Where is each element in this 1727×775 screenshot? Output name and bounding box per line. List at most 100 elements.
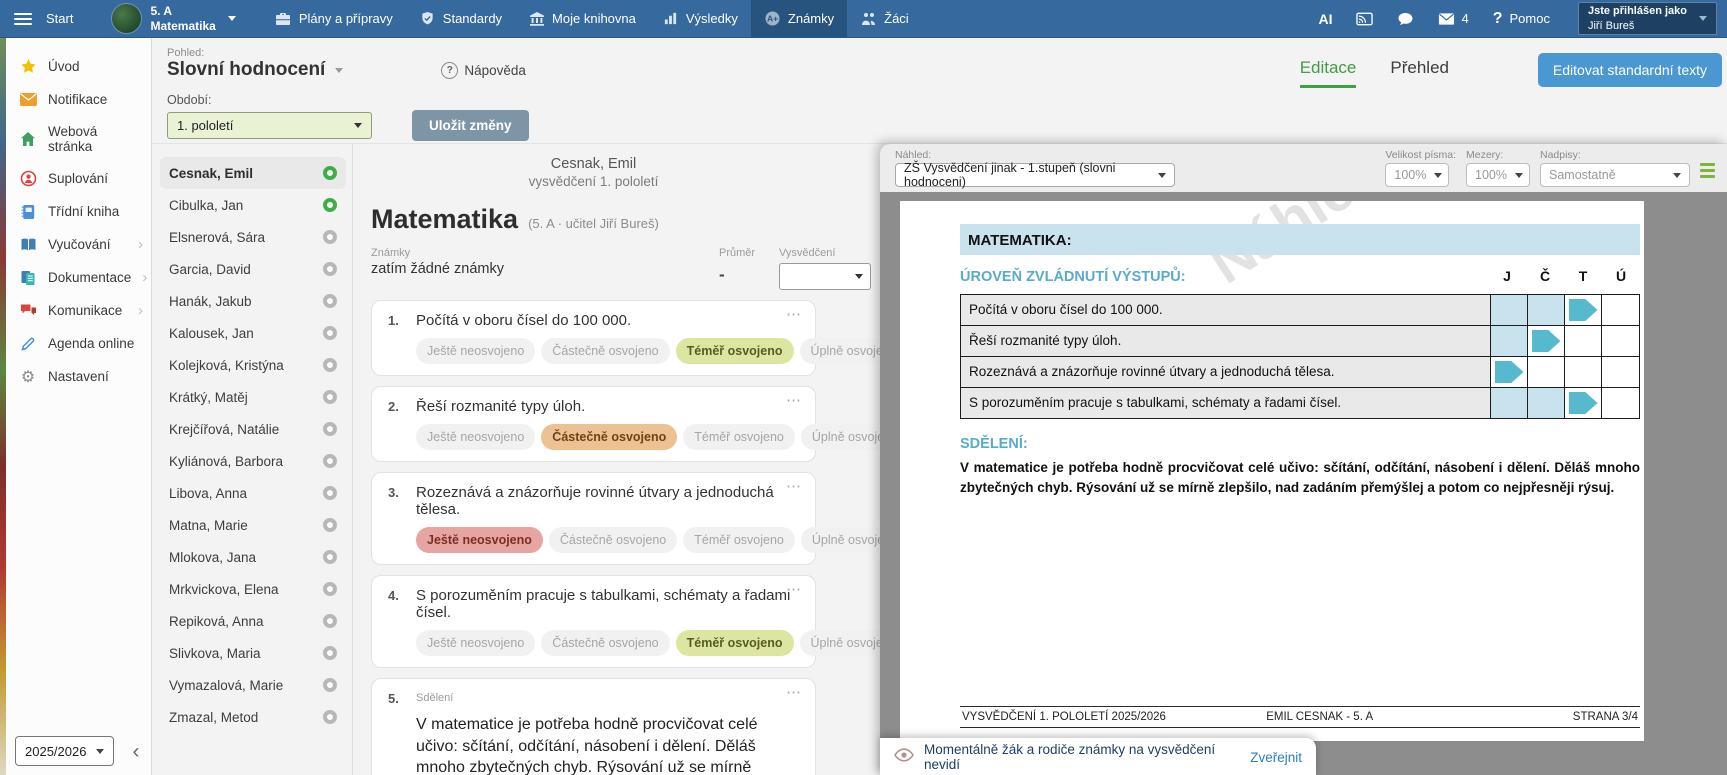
nav-start[interactable]: Start [46,11,73,26]
class-selector[interactable]: 5. A Matematika [150,4,215,33]
briefcase-icon [275,10,292,27]
card-menu-icon[interactable]: ⋯ [786,305,802,323]
collapse-sidebar-icon[interactable]: ‹ [132,741,139,762]
student-row[interactable]: Kalousek, Jan [160,317,346,349]
student-row[interactable]: Cibulka, Jan [160,189,346,221]
house-icon [19,131,37,148]
save-button[interactable]: Uložit změny [412,110,529,141]
level-arrow-icon [1532,330,1561,352]
student-row[interactable]: Krejčířová, Natálie [160,413,346,445]
scale-option-selected[interactable]: Téměř osvojeno [676,630,794,656]
card-number: 4. [388,588,404,621]
sidebar-item-agenda[interactable]: Agenda online [6,327,151,360]
nav-item-knihovna[interactable]: Moje knihovna [515,0,649,37]
student-row[interactable]: Kolejková, Kristýna [160,349,346,381]
scale-option-selected[interactable]: Ještě neosvojeno [416,527,543,553]
scale-option[interactable]: Úplně osvojeno [800,630,884,656]
student-row[interactable]: Kyliánová, Barbora [160,445,346,477]
scale-option[interactable]: Téměř osvojeno [683,424,795,450]
edit-standard-texts-button[interactable]: Editovat standardní texty [1538,53,1722,87]
sidebar-item-tridni-kniha[interactable]: Třídní kniha [6,195,151,228]
report-grade-select[interactable] [779,263,871,290]
sidebar-item-uvod[interactable]: Úvod [6,50,151,83]
class-caret-icon[interactable] [228,16,236,21]
period-select[interactable]: 1. pololetí [167,112,372,139]
sidebar-item-vyucovani[interactable]: Vyučování › [6,228,151,261]
scale-option[interactable]: Úplně osvojeno [800,338,884,364]
status-dot-icon [323,166,337,180]
help-button[interactable]: ? Pomoc [1493,10,1550,28]
nav-item-standardy[interactable]: Standardy [406,0,515,37]
student-row[interactable]: Mlokova, Jana [160,541,346,573]
card-menu-icon[interactable]: ⋯ [786,580,802,598]
eye-icon [894,748,914,767]
ai-button[interactable]: AI [1318,11,1332,27]
nav-item-znamky[interactable]: A+ Známky [751,0,847,37]
spacing-value: 100% [1475,168,1507,182]
scale-option[interactable]: Částečně osvojeno [541,630,669,656]
class-avatar[interactable] [111,3,142,34]
preview-menu-icon[interactable] [1700,163,1715,178]
student-row[interactable]: Hanák, Jakub [160,285,346,317]
view-selector[interactable]: Slovní hodnocení [167,59,325,81]
user-menu[interactable]: Jste přihlášen jako Jiří Bureš [1578,2,1717,35]
headings-select[interactable]: Samostatně [1540,163,1690,187]
publish-link[interactable]: Zveřejnit [1250,750,1302,765]
sidebar-item-komunikace[interactable]: Komunikace › [6,294,151,327]
scale-option[interactable]: Téměř osvojeno [683,527,795,553]
student-row[interactable]: Mrkvickova, Elena [160,573,346,605]
student-row[interactable]: Garcia, David [160,253,346,285]
scale-option[interactable]: Ještě neosvojeno [416,338,535,364]
scale-option[interactable]: Ještě neosvojeno [416,630,535,656]
sidebar-item-notifikace[interactable]: Notifikace [6,83,151,116]
note-text[interactable]: V matematice je potřeba hodně procvičova… [416,714,796,775]
card-menu-icon[interactable]: ⋯ [786,477,802,495]
message-card: ⋯ 5.Sdělení V matematice je potřeba hodn… [371,678,816,775]
card-menu-icon[interactable]: ⋯ [786,391,802,409]
spacing-select[interactable]: 100% [1466,163,1530,187]
hamburger-menu-icon[interactable] [14,13,32,25]
scale-option[interactable]: Úplně osvojeno [801,424,883,450]
student-row[interactable]: Vymazalová, Marie [160,669,346,701]
sidebar-item-web[interactable]: Webová stránka [6,116,151,162]
notebook-icon [19,203,37,220]
scale-option[interactable]: Ještě neosvojeno [416,424,535,450]
sidebar-item-suplovani[interactable]: Suplování [6,162,151,195]
student-row[interactable]: Elsnerová, Sára [160,221,346,253]
sidebar-item-nastaveni[interactable]: ⚙ Nastavení [6,360,151,393]
tab-editace[interactable]: Editace [1300,58,1357,88]
student-name: Krátký, Matěj [169,390,248,405]
student-row[interactable]: Cesnak, Emil [160,157,346,189]
cast-icon[interactable] [1356,10,1373,27]
document-viewport[interactable]: Náhled MATEMATIKA: ÚROVEŇ ZVLÁDNUTÍ VÝST… [880,192,1727,775]
nav-item-vysledky[interactable]: Výsledky [649,0,751,37]
scale-option-selected[interactable]: Částečně osvojeno [541,424,677,450]
scale-option-selected[interactable]: Téměř osvojeno [676,338,794,364]
chat-icon[interactable] [1397,10,1414,27]
view-caret-icon[interactable] [335,68,343,73]
mail-button[interactable]: 4 [1438,10,1468,27]
tab-prehled[interactable]: Přehled [1390,58,1449,88]
school-year-select[interactable]: 2025/2026 [15,736,114,766]
scale-option[interactable]: Částečně osvojeno [541,338,669,364]
student-row[interactable]: Libova, Anna [160,477,346,509]
template-select[interactable]: ZŠ Vysvědčení jinak - 1.stupeň (slovni h… [895,163,1175,187]
sidebar-item-dokumentace[interactable]: Dokumentace › [6,261,151,294]
nav-item-plany[interactable]: Plány a přípravy [262,0,406,37]
student-row[interactable]: Slivkova, Maria [160,637,346,669]
student-row[interactable]: Krátký, Matěj [160,381,346,413]
student-row[interactable]: Repiková, Anna [160,605,346,637]
open-book-icon [19,236,37,253]
font-size-select[interactable]: 100% [1385,163,1449,187]
help-link[interactable]: ? Nápověda [441,62,526,79]
navbar-right: AI 4 ? Pomoc Jste přihlášen jako Jiří [1318,0,1727,37]
card-menu-icon[interactable]: ⋯ [786,683,802,701]
nav-item-zaci[interactable]: Žáci [847,0,922,37]
mode-tabs: Editace Přehled [1300,58,1449,88]
scale-option[interactable]: Částečně osvojeno [549,527,677,553]
student-row[interactable]: Matna, Marie [160,509,346,541]
student-name: Hanák, Jakub [169,294,252,309]
scale-option[interactable]: Úplně osvojeno [801,527,883,553]
student-row[interactable]: Zmazal, Metod [160,701,346,733]
nav-item-label: Žáci [884,11,909,26]
